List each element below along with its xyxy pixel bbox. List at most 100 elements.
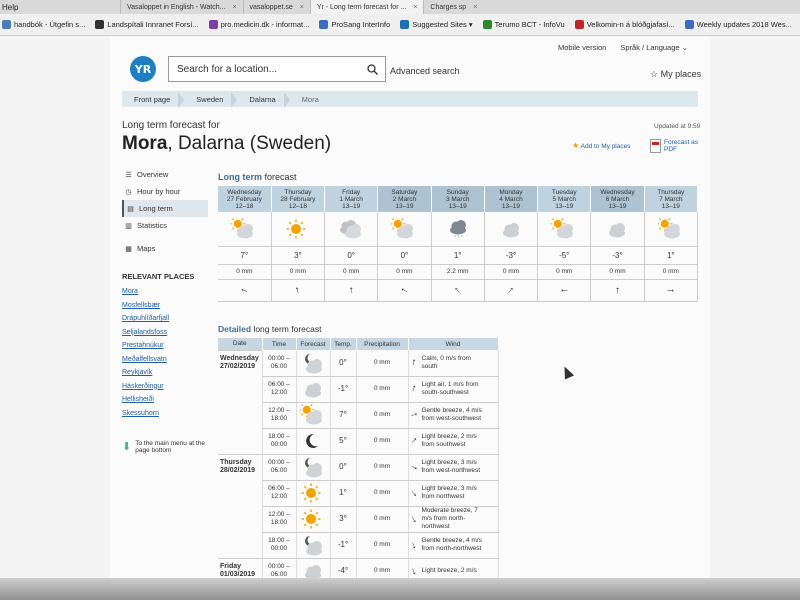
nav-item-overview[interactable]: ☰ Overview — [122, 166, 208, 183]
temperature: -3° — [590, 245, 645, 264]
nav-item-long-term[interactable]: ▤ Long term — [122, 200, 208, 217]
wind-arrow-icon: ↑ — [294, 284, 302, 296]
add-to-my-places-label: Add to My places — [580, 143, 631, 150]
browser-tab[interactable]: Yr - Long term forecast for ... × — [309, 0, 424, 14]
day-header: Wednesday 27 February 12–18 — [218, 186, 272, 212]
row-forecast — [296, 350, 331, 377]
moon-cloud-icon — [300, 534, 326, 556]
row-time: 06:00 –12:00 — [262, 480, 297, 507]
bookmark-item[interactable]: ProSang InterInfo — [319, 20, 390, 29]
nav-item-statistics[interactable]: ▥ Statistics — [122, 217, 208, 234]
close-icon[interactable]: × — [300, 4, 304, 11]
yr-logo[interactable]: YR — [130, 56, 156, 82]
precipitation: 0 mm — [590, 263, 645, 279]
language-selector[interactable]: Språk / Language ⌄ — [620, 43, 688, 52]
breadcrumb-item[interactable]: Dalarna — [237, 91, 290, 108]
bookmark-item[interactable]: Weekly updates 2018 Wes... — [684, 20, 792, 29]
page-subtitle: Long term forecast for — [122, 120, 220, 131]
my-places-link[interactable]: ☆ My places — [650, 69, 701, 80]
day-header-date: 4 March — [499, 195, 523, 203]
relevant-place-link[interactable]: Mosfellsbær — [122, 302, 169, 316]
mobile-version-link[interactable]: Mobile version — [558, 43, 606, 52]
main-menu-link[interactable]: ⬇ To the main menu at the page bottom — [122, 440, 208, 454]
partly-cloudy-icon — [299, 402, 326, 426]
nav-item-label: Statistics — [137, 221, 168, 230]
column-header: Date — [218, 338, 263, 350]
relevant-place-link[interactable]: Reykjavík — [122, 369, 169, 383]
add-to-my-places-button[interactable]: ★ Add to My places — [572, 141, 630, 150]
bookmark-label: Weekly updates 2018 Wes... — [696, 20, 792, 29]
advanced-search-link[interactable]: Advanced search — [390, 66, 460, 76]
row-precipitation: 0 mm — [356, 376, 409, 403]
bookmark-item[interactable]: Terumo BCT - InfoVu — [482, 20, 565, 29]
wind-arrow-icon: ↑ — [408, 513, 419, 526]
row-temperature: -1° — [330, 532, 357, 559]
row-wind: ↑ Light breeze, 3 m/s from northwest — [408, 480, 499, 507]
bookmark-item[interactable]: pro.medicin.dk - informat... — [208, 20, 309, 29]
close-icon[interactable]: × — [473, 4, 477, 11]
close-icon[interactable]: × — [413, 4, 417, 11]
bookmark-item[interactable]: Landspítali Innranet Forsí... — [95, 20, 199, 29]
temperature: -3° — [484, 245, 539, 264]
precipitation: 0 mm — [324, 263, 379, 279]
row-date — [218, 532, 263, 558]
partly-cloudy-icon — [390, 215, 417, 240]
breadcrumb-item[interactable]: Sweden — [184, 91, 238, 108]
partly-cloudy-icon — [657, 215, 684, 240]
day-header-day: Thursday — [657, 188, 685, 196]
cloud-icon — [498, 218, 524, 240]
bookmark-item[interactable]: Suggested Sites ▾ — [400, 20, 473, 29]
temperature: 0° — [324, 245, 379, 264]
day-header-day: Monday — [499, 188, 523, 196]
row-wind-text: Calm, 0 m/s from south — [421, 354, 471, 370]
day-header-day: Saturday — [391, 188, 418, 196]
relevant-place-link[interactable]: Seljalandsfoss — [122, 329, 169, 343]
row-temperature: -1° — [330, 376, 357, 403]
nav-item-hour-by-hour[interactable]: ◷ Hour by hour — [122, 183, 208, 200]
row-time: 18:00 –00:00 — [262, 532, 297, 559]
day-header: Thursday 28 February 12–18 — [271, 186, 326, 212]
relevant-place-link[interactable]: Meðalfellsvatn — [122, 356, 169, 370]
relevant-place-link[interactable]: Hellisheiði — [122, 396, 169, 410]
row-temperature: 0° — [330, 350, 357, 377]
detailed-row: Thursday 28/02/2019 00:00 –06:00 0° 0 mm ↑ Li… — [218, 453, 499, 481]
relevant-place-link[interactable]: Drápuhlíðarfjall — [122, 315, 169, 329]
browser-menu-help[interactable]: Help — [0, 3, 120, 12]
long-term-heading-rest: forecast — [262, 172, 297, 182]
long-term-heading: Long term forecast — [218, 172, 297, 182]
relevant-place-link[interactable]: Háskerðingur — [122, 383, 169, 397]
wind-cell: ↑ — [271, 278, 326, 302]
breadcrumb-item[interactable]: Front page — [122, 91, 185, 108]
bookmark-item[interactable]: handbók - Útgefin s... — [2, 20, 85, 29]
day-header: Thursday 7 March 13–19 — [644, 186, 699, 212]
wind-cell: ↑ — [377, 278, 432, 302]
browser-tab[interactable]: Vasaloppet in English - Watch... × — [120, 0, 243, 14]
chart-icon: ▥ — [125, 222, 132, 230]
browser-tab[interactable]: vasaloppet.se × — [242, 0, 310, 14]
day-header-date: 6 March — [605, 195, 630, 203]
forecast-pdf-link[interactable]: Forecast as PDF — [650, 139, 698, 153]
bookmark-item[interactable]: Velkomin-n á blóðgjafasí... — [574, 20, 675, 29]
browser-tab[interactable]: Charges sp × — [423, 0, 483, 14]
relevant-place-link[interactable]: Skessuhorn — [122, 410, 169, 424]
temperature: 1° — [644, 245, 699, 264]
bookmark-label: Terumo BCT - InfoVu — [494, 20, 565, 29]
detailed-header-row: Date Time Forecast Temp. Precipitation Wind — [218, 338, 499, 350]
row-date — [218, 506, 263, 532]
wind-arrow-icon: ↑ — [505, 284, 517, 296]
side-nav: ☰ Overview ◷ Hour by hour ▤ Long term ▥ Statist… — [122, 166, 208, 257]
search-icon[interactable] — [359, 57, 385, 81]
relevant-place-link[interactable]: Mora — [122, 288, 169, 302]
row-precipitation: 0 mm — [356, 454, 409, 481]
bookmark-label: Landspítali Innranet Forsí... — [107, 20, 199, 29]
snow-icon: * * * — [445, 218, 471, 241]
relevant-place-link[interactable]: Prestahnúkur — [122, 342, 169, 356]
nav-item-maps[interactable]: ▦ Maps — [122, 240, 208, 257]
calendar-icon: ▤ — [127, 205, 134, 213]
temperature: 3° — [271, 245, 326, 264]
row-wind-text: Light breeze, 3 m/s from northwest — [421, 485, 477, 500]
search-input[interactable]: Search for a location... — [168, 56, 386, 82]
close-icon[interactable]: × — [232, 4, 236, 11]
wind-cell: ↑ — [590, 278, 645, 302]
day-header-period: 13–19 — [395, 202, 414, 210]
